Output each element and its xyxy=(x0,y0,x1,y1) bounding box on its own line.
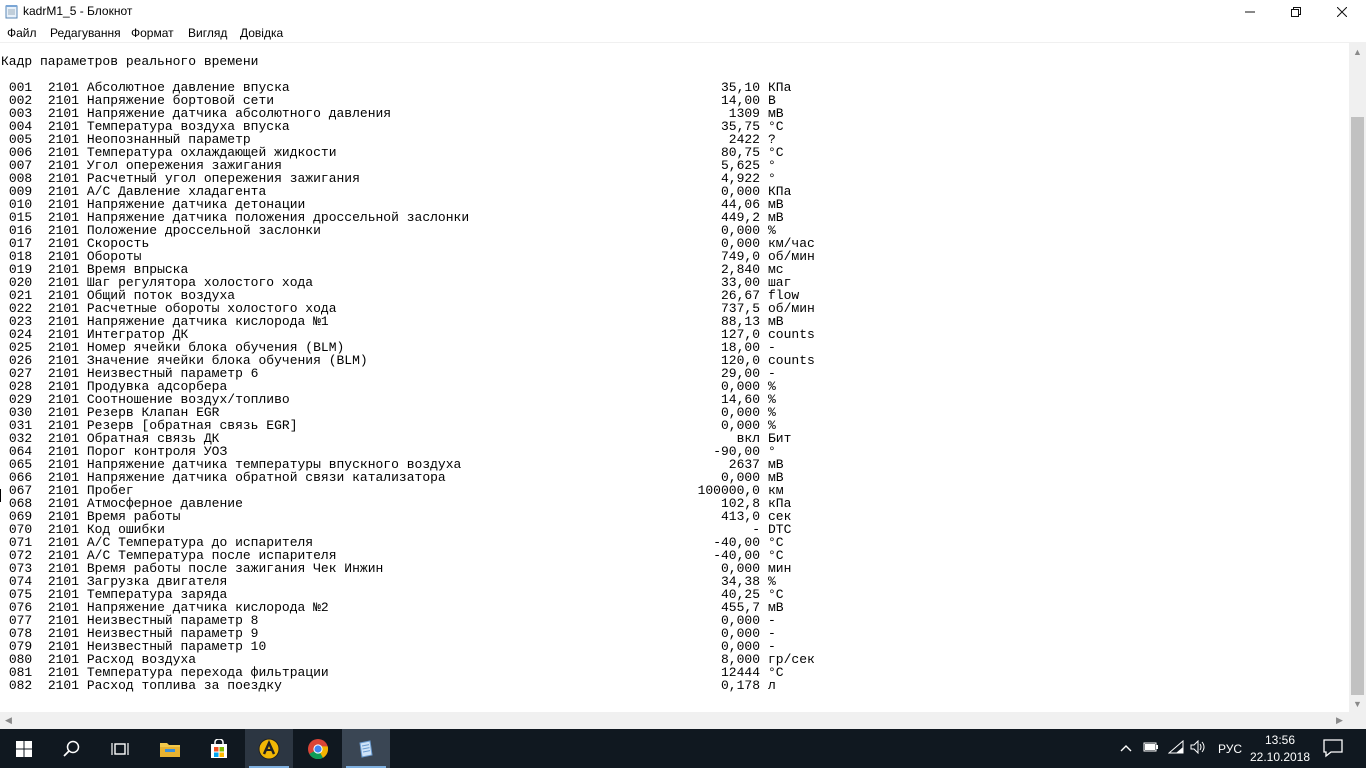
title-bar: kadrM1_5 - Блокнот xyxy=(0,0,1366,24)
scroll-down-icon[interactable]: ▼ xyxy=(1353,700,1362,709)
minimize-icon xyxy=(1245,11,1255,13)
chevron-up-icon[interactable] xyxy=(1120,740,1132,756)
wifi-icon[interactable] xyxy=(1167,739,1184,757)
task-view-button[interactable] xyxy=(96,729,144,768)
menu-file[interactable]: Файл xyxy=(7,26,37,40)
vertical-scroll-thumb[interactable] xyxy=(1351,117,1364,695)
close-button[interactable] xyxy=(1319,0,1365,24)
parameter-name: Расход топлива за поездку xyxy=(86,678,282,693)
parameter-unit: л xyxy=(768,678,776,693)
search-button[interactable] xyxy=(48,729,96,768)
chrome-icon xyxy=(308,738,329,759)
close-icon xyxy=(1337,7,1347,17)
start-button[interactable] xyxy=(0,729,48,768)
volume-icon[interactable] xyxy=(1190,739,1206,757)
diagnostic-app-button[interactable] xyxy=(245,729,293,768)
chrome-button[interactable] xyxy=(294,729,342,768)
text-editor[interactable]: Кадр параметров реального времени 001 21… xyxy=(0,43,1349,712)
taskbar: РУС 13:56 22.10.2018 xyxy=(0,729,1366,768)
clock-date[interactable]: 22.10.2018 xyxy=(1245,750,1315,764)
notepad-icon xyxy=(5,5,18,19)
store-button[interactable] xyxy=(195,729,243,768)
scrollbar-corner xyxy=(1349,712,1366,729)
notepad-icon xyxy=(359,739,373,758)
menu-view[interactable]: Вигляд xyxy=(188,26,227,40)
notepad-button[interactable] xyxy=(342,729,390,768)
parameter-value: 0,178 xyxy=(720,678,760,693)
scroll-left-icon[interactable]: ◀ xyxy=(5,716,12,725)
parameter-value: 413,0 xyxy=(720,509,760,524)
scroll-up-icon[interactable]: ▲ xyxy=(1353,48,1362,57)
minimize-button[interactable] xyxy=(1227,0,1273,24)
app-logo-icon xyxy=(258,738,280,759)
parameter-id: 082 xyxy=(8,678,33,693)
clock-time[interactable]: 13:56 xyxy=(1255,733,1305,747)
windows-logo-icon xyxy=(16,740,32,757)
notification-icon[interactable] xyxy=(1322,738,1344,758)
task-view-icon xyxy=(111,742,129,755)
parameter-code: 2101 xyxy=(47,678,80,693)
menu-help[interactable]: Довідка xyxy=(240,26,283,40)
store-icon xyxy=(211,738,227,758)
horizontal-scrollbar[interactable] xyxy=(0,712,1349,729)
scroll-right-icon[interactable]: ▶ xyxy=(1336,716,1343,725)
parameter-value: 0,000 xyxy=(720,418,760,433)
search-icon xyxy=(63,740,80,757)
restore-icon xyxy=(1291,7,1301,17)
restore-button[interactable] xyxy=(1273,0,1319,24)
file-explorer-button[interactable] xyxy=(146,729,194,768)
window-title: kadrM1_5 - Блокнот xyxy=(23,4,133,18)
folder-icon xyxy=(160,742,180,757)
battery-icon[interactable] xyxy=(1143,740,1159,756)
text-line: 082 2101 Расход топлива за поездку xyxy=(1,679,282,692)
document-heading: Кадр параметров реального времени xyxy=(1,54,259,69)
language-indicator[interactable]: РУС xyxy=(1218,742,1242,756)
menu-edit[interactable]: Редагування xyxy=(50,26,121,40)
menu-format[interactable]: Формат xyxy=(131,26,174,40)
parameter-name: Напряжение датчика обратной связи катали… xyxy=(86,470,446,485)
menu-bar: Файл Редагування Формат Вигляд Довідка xyxy=(0,24,1366,43)
